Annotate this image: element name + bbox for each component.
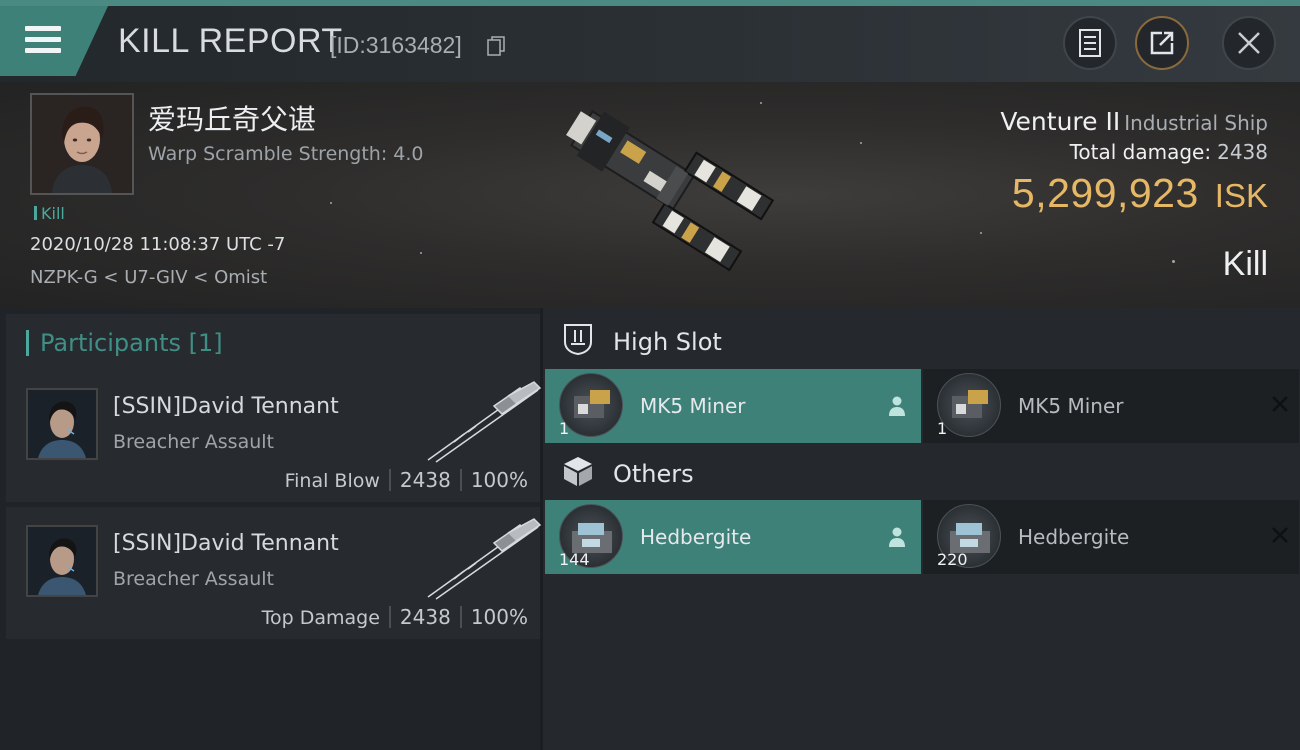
item-slot[interactable]: 220 Hedbergite: [923, 500, 1299, 574]
participant-ship-image: [427, 381, 542, 463]
isk-value: 5,299,923: [1011, 170, 1199, 216]
high-slot-header: High Slot: [543, 310, 1300, 370]
menu-icon: [25, 26, 61, 31]
report-id: [ID:3163482]: [330, 32, 462, 58]
destroyed-icon: [1272, 396, 1288, 412]
item-slot[interactable]: 1 MK5 Miner: [545, 369, 921, 443]
participant-ship: Breacher Assault: [113, 568, 274, 590]
cargo-box-icon: [564, 457, 592, 486]
participants-title: Participants [1]: [40, 329, 223, 357]
avatar: [28, 527, 96, 595]
ship-image: [566, 110, 775, 272]
others-header: Others: [543, 442, 1300, 502]
person-icon: [889, 396, 905, 416]
top-accent-line: [0, 0, 1300, 6]
kill-location: NZPK-G < U7-GIV < Omist: [30, 267, 268, 288]
isk-value-line: 5,299,923 ISK: [1012, 170, 1268, 217]
ship-class: Industrial Ship: [1124, 111, 1268, 135]
destroyed-icon: [1272, 527, 1288, 543]
participant-portrait[interactable]: [26, 388, 98, 460]
title-bar: KILL REPORT [ID:3163482]: [0, 0, 1300, 82]
avatar: [32, 95, 132, 193]
item-slot[interactable]: 144 Hedbergite: [545, 500, 921, 574]
victim-name: 爱玛丘奇父谌: [148, 103, 317, 136]
close-button[interactable]: [1222, 16, 1276, 70]
high-slot-icon: [564, 324, 592, 356]
ship-name: Venture II: [1000, 107, 1121, 136]
item-name: Hedbergite: [640, 525, 752, 549]
victim-portrait[interactable]: [30, 93, 134, 195]
kill-datetime: 2020/10/28 11:08:37 UTC -7: [30, 234, 286, 255]
damage-value: 2438: [399, 468, 451, 492]
fitting-panel: High Slot 1 MK5 Miner 1 MK5 Miner Others…: [543, 308, 1300, 750]
participant-stats: Top Damage 2438 100%: [262, 605, 528, 629]
participant-name: [SSIN]David Tennant: [113, 531, 339, 556]
item-quantity: 144: [559, 550, 590, 569]
participant-ship-image: [427, 518, 542, 600]
item-name: MK5 Miner: [640, 394, 746, 418]
participant-row[interactable]: [SSIN]David Tennant Breacher Assault Fin…: [6, 370, 542, 502]
notes-icon: [1079, 29, 1101, 57]
copy-icon[interactable]: [487, 36, 505, 56]
item-quantity: 1: [559, 419, 570, 438]
item-quantity: 1: [937, 419, 948, 438]
avatar: [28, 390, 96, 458]
participant-name: [SSIN]David Tennant: [113, 394, 339, 419]
participants-panel: Participants [1] [SSIN]David Tennant Bre…: [0, 308, 542, 750]
total-damage-value: 2438: [1217, 140, 1268, 164]
item-quantity: 220: [937, 550, 968, 569]
damage-percent: 100%: [470, 605, 528, 629]
person-icon: [889, 527, 905, 547]
participant-row[interactable]: [SSIN]David Tennant Breacher Assault Top…: [6, 507, 542, 639]
share-button[interactable]: [1135, 16, 1189, 70]
damage-type: Final Blow: [284, 470, 380, 492]
participant-portrait[interactable]: [26, 525, 98, 597]
ship-type-line: Venture II Industrial Ship: [1000, 107, 1268, 136]
damage-type: Top Damage: [261, 607, 380, 629]
item-name: MK5 Miner: [1018, 394, 1124, 418]
item-slot[interactable]: 1 MK5 Miner: [923, 369, 1299, 443]
others-label: Others: [613, 460, 694, 488]
close-icon: [1238, 32, 1260, 54]
menu-button[interactable]: [0, 6, 108, 76]
participant-ship: Breacher Assault: [113, 431, 274, 453]
damage-value: 2438: [399, 605, 451, 629]
notes-button[interactable]: [1063, 16, 1117, 70]
warp-scramble-strength: Warp Scramble Strength: 4.0: [148, 143, 424, 165]
total-damage: Total damage: 2438: [1069, 140, 1268, 164]
participants-header: Participants [1]: [6, 314, 540, 370]
high-slot-label: High Slot: [613, 328, 722, 356]
page-title: KILL REPORT: [118, 22, 343, 60]
isk-unit: ISK: [1214, 177, 1268, 214]
share-icon: [1150, 31, 1174, 55]
item-name: Hedbergite: [1018, 525, 1130, 549]
participant-stats: Final Blow 2438 100%: [285, 468, 528, 492]
kill-tag: Kill: [34, 204, 65, 223]
kill-type: Kill: [1222, 245, 1268, 283]
kill-summary-banner: 爱玛丘奇父谌 Warp Scramble Strength: 4.0 Kill …: [0, 82, 1300, 308]
damage-percent: 100%: [470, 468, 528, 492]
